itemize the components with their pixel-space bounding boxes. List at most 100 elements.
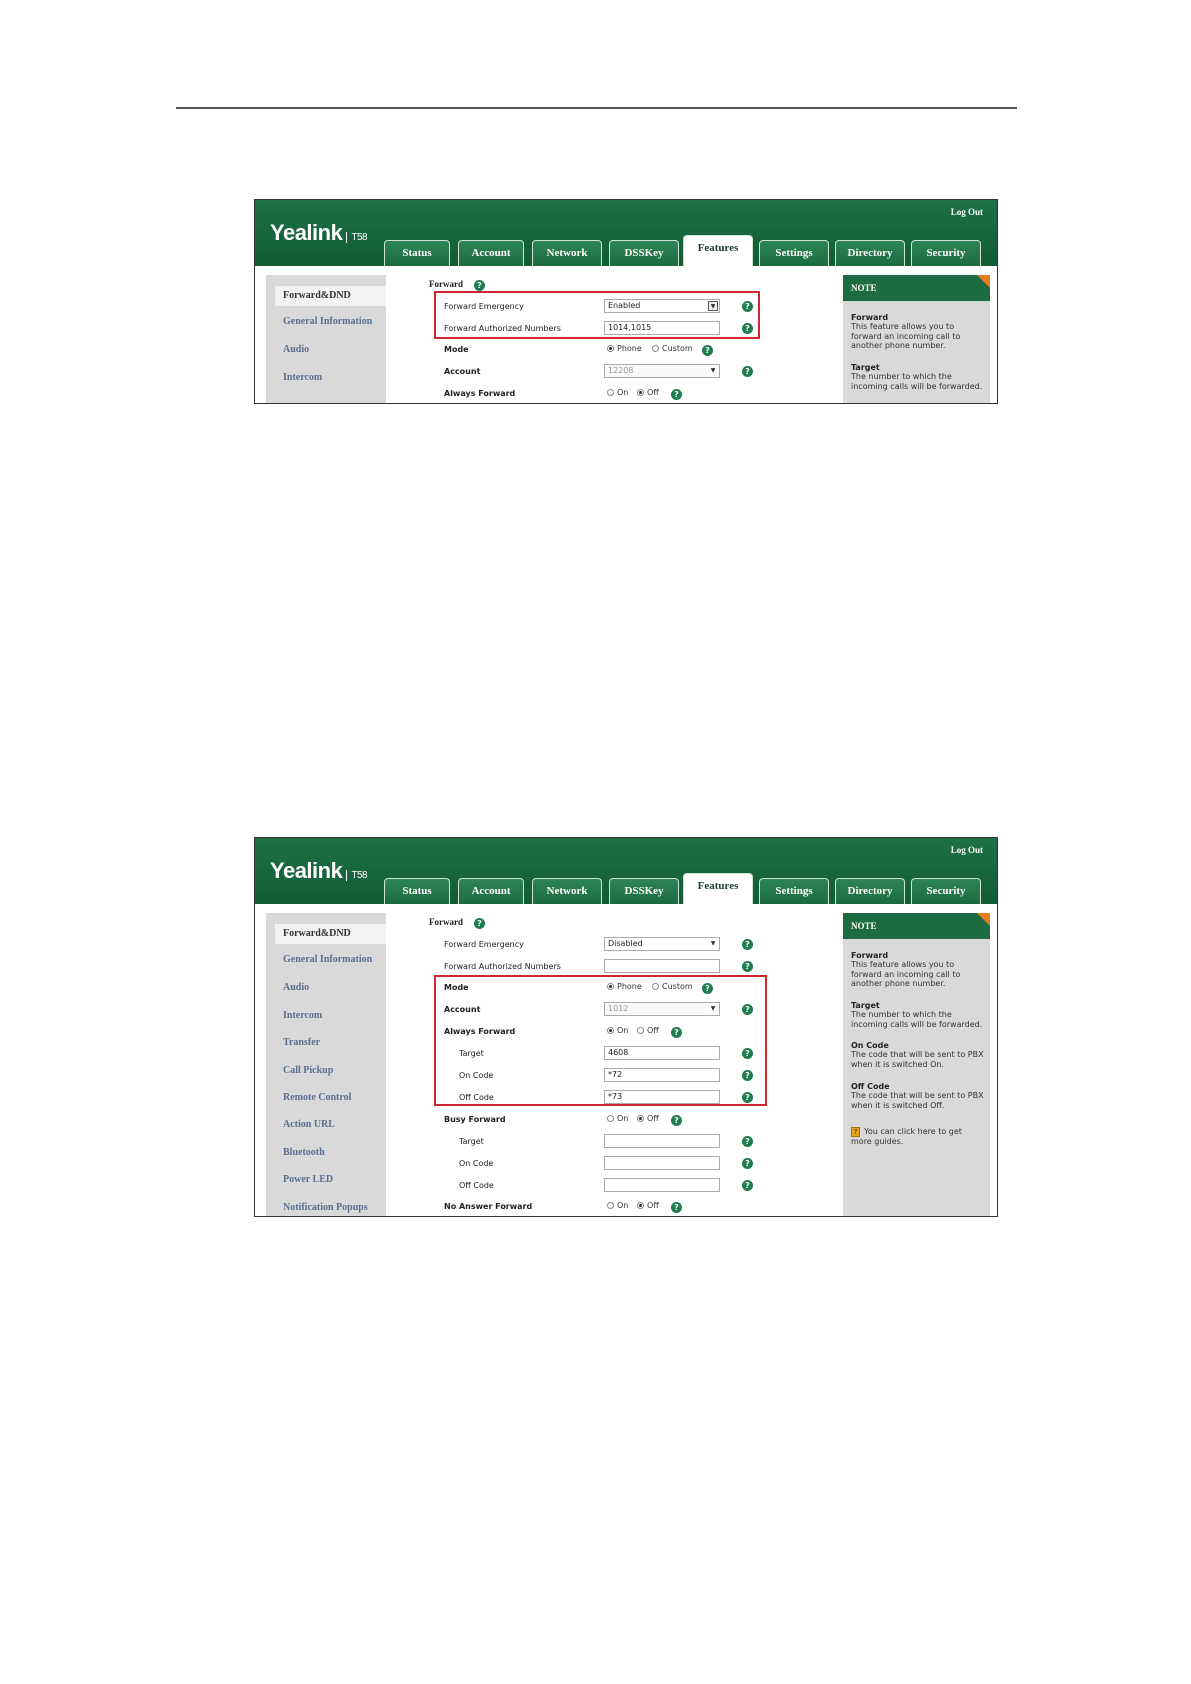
help-icon[interactable]: ?	[742, 366, 753, 377]
sidebar-item-intercom[interactable]: Intercom	[283, 372, 322, 383]
sidebar: Forward&DND General Information Audio In…	[266, 913, 386, 1216]
help-icon[interactable]: ?	[742, 939, 753, 950]
sidebar-item-forward-dnd[interactable]: Forward&DND	[275, 924, 386, 944]
content-area: Forward&DND General Information Audio In…	[255, 266, 997, 403]
tab-settings[interactable]: Settings	[759, 878, 829, 904]
note-target-text: The number to which the incoming calls w…	[851, 1010, 983, 1029]
tab-directory[interactable]: Directory	[835, 240, 905, 266]
highlight-box	[434, 975, 767, 1106]
tab-status[interactable]: Status	[384, 878, 450, 904]
note-forward-text: This feature allows you to forward an in…	[851, 960, 961, 988]
no-answer-on-radio[interactable]	[607, 1202, 614, 1209]
note-tip-text[interactable]: You can click here to get more guides.	[851, 1127, 985, 1146]
sidebar-item-action-url[interactable]: Action URL	[283, 1119, 335, 1130]
sidebar: Forward&DND General Information Audio In…	[266, 275, 386, 403]
logo-text: Yealink	[270, 858, 343, 883]
logout-link[interactable]: Log Out	[951, 207, 983, 217]
note-heading: NOTE	[843, 913, 990, 939]
busy-offcode-label: Off Code	[459, 1181, 494, 1190]
help-icon[interactable]: ?	[474, 918, 485, 929]
help-icon[interactable]: ?	[742, 1158, 753, 1169]
no-answer-forward-label: No Answer Forward	[444, 1202, 533, 1211]
sidebar-item-call-pickup[interactable]: Call Pickup	[283, 1065, 333, 1076]
tab-account[interactable]: Account	[458, 878, 524, 904]
help-icon[interactable]: ?	[474, 280, 485, 291]
note-oncode-text: The code that will be sent to PBX when i…	[851, 1050, 984, 1069]
header-bar: Yealink T58 Log Out Status Account Networ…	[255, 200, 997, 266]
no-answer-off-radio[interactable]	[637, 1202, 644, 1209]
tab-settings[interactable]: Settings	[759, 240, 829, 266]
sidebar-item-transfer[interactable]: Transfer	[283, 1037, 320, 1048]
mode-phone-radio[interactable]	[607, 345, 614, 352]
screenshot-forward-emergency: Yealink T58 Log Out Status Account Networ…	[254, 199, 998, 404]
always-forward-on-label: On	[617, 388, 629, 397]
tab-directory[interactable]: Directory	[835, 878, 905, 904]
tab-features[interactable]: Features	[683, 873, 753, 904]
busy-target-input[interactable]	[604, 1134, 720, 1148]
account-select[interactable]: 12208 ▼	[604, 364, 720, 378]
sidebar-item-forward-dnd[interactable]: Forward&DND	[275, 286, 386, 306]
note-corner-icon	[977, 275, 990, 288]
sidebar-item-general-information[interactable]: General Information	[283, 316, 372, 327]
forward-emergency-value: Disabled	[608, 939, 643, 948]
account-label: Account	[444, 367, 481, 376]
header-bar: Yealink T58 Log Out Status Account Networ…	[255, 838, 997, 904]
tab-features[interactable]: Features	[683, 235, 753, 266]
section-title: Forward	[429, 917, 463, 927]
help-icon[interactable]: ?	[742, 961, 753, 972]
sidebar-item-remote-control[interactable]: Remote Control	[283, 1092, 351, 1103]
always-forward-label: Always Forward	[444, 389, 516, 398]
busy-forward-off-label: Off	[647, 1114, 659, 1123]
busy-forward-on-radio[interactable]	[607, 1115, 614, 1122]
note-panel: NOTE Forward This feature allows you to …	[843, 275, 990, 403]
always-forward-off-radio[interactable]	[637, 389, 644, 396]
note-target-title: Target	[851, 363, 880, 372]
forward-emergency-select[interactable]: Disabled ▼	[604, 937, 720, 951]
note-forward-text: This feature allows you to forward an in…	[851, 322, 961, 350]
busy-forward-off-radio[interactable]	[637, 1115, 644, 1122]
mode-phone-label: Phone	[617, 344, 642, 353]
tab-dsskey[interactable]: DSSKey	[609, 240, 679, 266]
help-icon[interactable]: ?	[702, 345, 713, 356]
tab-status[interactable]: Status	[384, 240, 450, 266]
tab-security[interactable]: Security	[911, 240, 981, 266]
help-icon[interactable]: ?	[671, 389, 682, 400]
help-icon[interactable]: ?	[671, 1115, 682, 1126]
model-label: T58	[346, 232, 368, 243]
help-icon[interactable]: ?	[742, 1180, 753, 1191]
sidebar-item-notification-popups[interactable]: Notification Popups	[283, 1202, 368, 1213]
mode-custom-label: Custom	[662, 344, 693, 353]
dropdown-arrow-icon: ▼	[710, 940, 716, 947]
busy-oncode-label: On Code	[459, 1159, 494, 1168]
sidebar-item-power-led[interactable]: Power LED	[283, 1174, 333, 1185]
busy-forward-label: Busy Forward	[444, 1115, 506, 1124]
sidebar-item-general-information[interactable]: General Information	[283, 954, 372, 965]
mode-custom-radio[interactable]	[652, 345, 659, 352]
screenshot-always-forward: Yealink T58 Log Out Status Account Networ…	[254, 837, 998, 1217]
sidebar-item-audio[interactable]: Audio	[283, 344, 309, 355]
tab-dsskey[interactable]: DSSKey	[609, 878, 679, 904]
tab-account[interactable]: Account	[458, 240, 524, 266]
busy-oncode-input[interactable]	[604, 1156, 720, 1170]
sidebar-item-audio[interactable]: Audio	[283, 982, 309, 993]
account-value: 12208	[608, 366, 634, 375]
always-forward-on-radio[interactable]	[607, 389, 614, 396]
yealink-logo: Yealink T58	[270, 220, 368, 246]
busy-offcode-input[interactable]	[604, 1178, 720, 1192]
content-area: Forward&DND General Information Audio In…	[255, 904, 997, 1216]
sidebar-item-bluetooth[interactable]: Bluetooth	[283, 1147, 325, 1158]
tab-network[interactable]: Network	[532, 240, 602, 266]
note-target-title: Target	[851, 1001, 880, 1010]
busy-target-label: Target	[459, 1137, 484, 1146]
tab-network[interactable]: Network	[532, 878, 602, 904]
no-answer-off-label: Off	[647, 1201, 659, 1210]
logout-link[interactable]: Log Out	[951, 845, 983, 855]
help-icon[interactable]: ?	[742, 1136, 753, 1147]
always-forward-off-label: Off	[647, 388, 659, 397]
authorized-numbers-input[interactable]	[604, 959, 720, 973]
help-icon[interactable]: ?	[671, 1202, 682, 1213]
sidebar-item-intercom[interactable]: Intercom	[283, 1010, 322, 1021]
model-label: T58	[346, 870, 368, 881]
highlight-box	[434, 291, 760, 339]
tab-security[interactable]: Security	[911, 878, 981, 904]
